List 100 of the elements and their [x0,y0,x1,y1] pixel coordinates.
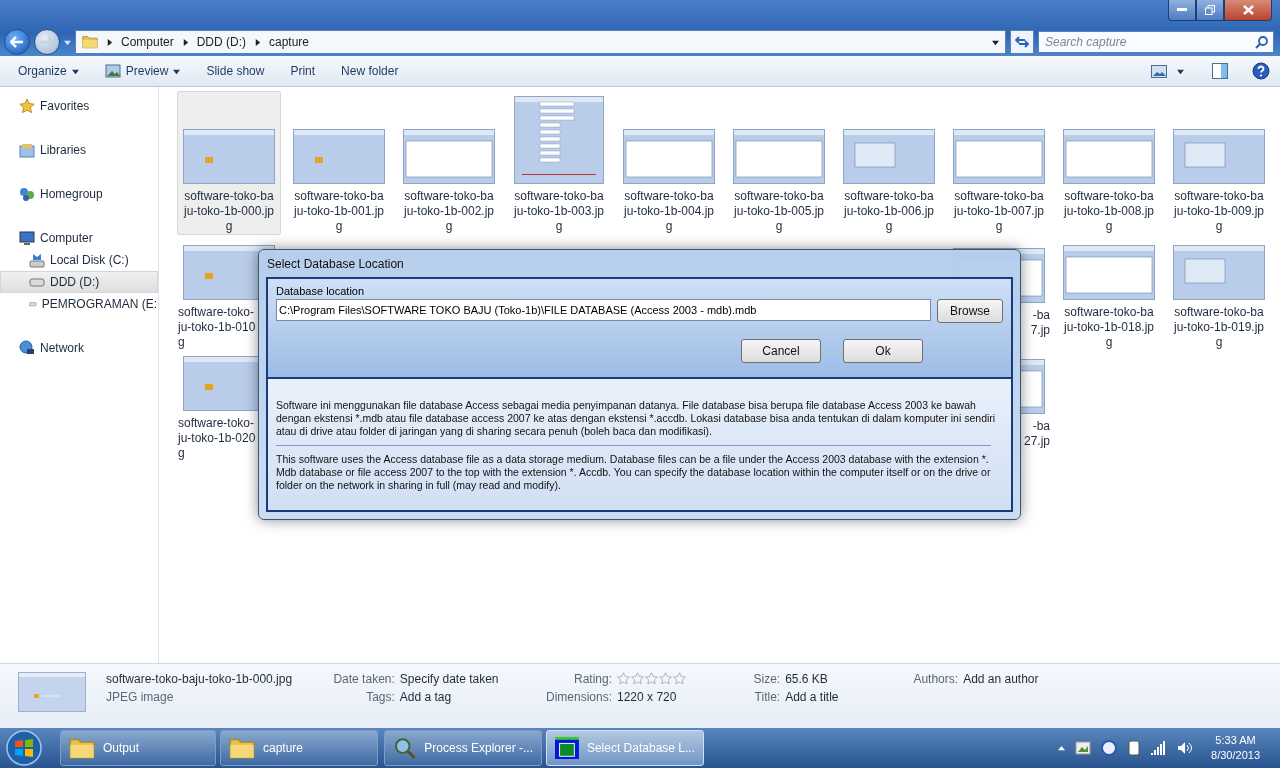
file-name: software-toko-ba ju-toko-1b-006.jp g [842,189,936,234]
file-name: software-toko-ba ju-toko-1b-007.jp g [952,189,1046,234]
file-item[interactable]: software-toko-ba ju-toko-1b-001.jp g [287,91,391,235]
breadcrumb-arrow-icon [106,38,113,46]
clock-time[interactable]: 5:33 AM [1215,733,1256,748]
star-icon [617,672,630,685]
sidebar-item[interactable]: Local Disk (C:) [0,249,158,271]
file-item[interactable]: software-toko-ba ju-toko-1b-003.jp g [507,91,611,235]
homegroup-icon [19,186,35,202]
toolbar-button[interactable]: Preview [94,61,191,81]
computer-icon [19,230,35,246]
back-button[interactable] [4,29,30,55]
close-button[interactable] [1224,0,1272,21]
refresh-button[interactable] [1010,30,1034,54]
file-name: software-toko-ba ju-toko-1b-018.jp g [1062,305,1156,350]
tray-icon[interactable] [1101,740,1118,756]
file-name: software-toko-ba ju-toko-1b-005.jp g [732,189,826,234]
breadcrumb[interactable]: DDD (D:) [196,35,246,49]
help-icon[interactable] [1252,62,1270,80]
search-field[interactable]: Search capture [1038,31,1274,53]
folder-icon [229,736,255,760]
field-value[interactable]: 1220 x 720 [617,690,716,704]
network-icon [19,340,35,356]
field-value[interactable]: Add a title [785,690,876,704]
toolbar-button[interactable]: Organize [8,61,89,81]
sidebar-item[interactable]: Network [0,337,158,359]
file-name: software-toko-ba ju-toko-1b-008.jp g [1062,189,1156,234]
forward-arrow-icon [40,36,54,48]
location-field[interactable]: C:\Program Files\SOFTWARE TOKO BAJU (Toko-1b)\FILE DATABASE (Access 2003 - mdb).mdb [276,299,931,321]
field-value[interactable]: Add a tag [399,690,516,704]
show-hidden-icons-icon [1058,744,1066,752]
field-value[interactable]: 65.6 KB [785,672,876,686]
file-item[interactable]: software-toko-ba ju-toko-1b-002.jp g [397,91,501,235]
back-arrow-icon [10,36,24,48]
sidebar-item[interactable]: Homegroup [0,183,158,205]
dropdown-icon [992,39,999,46]
preview-pane-icon[interactable] [1212,63,1228,79]
field-label: Authors: [913,672,959,686]
start-button[interactable] [4,729,44,767]
history-dropdown-icon [64,38,71,46]
file-name: software-toko-ba ju-toko-1b-019.jp g [1172,305,1266,350]
file-item[interactable]: software-toko-ba ju-toko-1b-004.jp g [617,91,721,235]
forward-button[interactable] [34,29,60,55]
browse-button[interactable]: Browse [937,299,1003,323]
drive-icon [29,299,37,309]
star-icon [631,672,644,685]
field-label: Rating: [574,672,612,686]
field-value[interactable]: Add an author [963,672,1076,686]
info-text: Software ini menggunakan file database Access sebagai media penyimpanan datanya. File database bisa berupa file database Access 2003 ke bawah dengan ekstensi *.mdb atau file database access 2007 ke atas dengan ekstensi *.accdb. Lokasi database bisa anda tentukan di dalam komputer ini sendiri atau di drive atau folder di jaringan yang di sharing secara penuh (boleh baca dan modifikasi). [276,399,997,438]
file-name: software-toko- ju-toko-1b-010 g [178,305,256,350]
toolbar-button[interactable]: Print [280,61,326,81]
view-icon[interactable] [1151,64,1167,78]
breadcrumb-arrow-icon [254,38,261,46]
ok-button[interactable]: Ok [843,339,923,363]
search-icon [1255,36,1268,49]
field-label: Date taken: [333,672,395,686]
taskbar-button[interactable]: capture [220,730,378,766]
library-icon [19,142,35,158]
file-name: software-toko- ju-toko-1b-020 g [178,416,256,461]
sidebar-item[interactable]: PEMROGRAMAN (E: [0,293,158,315]
field-label: Title: [754,690,781,704]
file-item[interactable]: software-toko-ba ju-toko-1b-005.jp g [727,91,831,235]
dropdown-icon [1177,67,1184,75]
file-name: software-toko-ba ju-toko-1b-004.jp g [622,189,716,234]
file-item[interactable]: software-toko-ba ju-toko-1b-006.jp g [837,91,941,235]
restore-button[interactable] [1196,0,1224,21]
star-icon [19,98,35,114]
tray-icon[interactable] [1075,740,1092,756]
file-type: JPEG image [106,690,175,704]
file-item[interactable]: software-toko-ba ju-toko-1b-008.jp g [1057,91,1161,235]
breadcrumb[interactable]: Computer [121,35,174,49]
minimize-button[interactable] [1168,0,1196,21]
file-name: software-toko-ba ju-toko-1b-002.jp g [402,189,496,234]
file-item[interactable]: software-toko-ba ju-toko-1b-007.jp g [947,91,1051,235]
taskbar-button[interactable]: Process Explorer -... [384,730,542,766]
sidebar-item[interactable]: DDD (D:) [0,271,158,293]
signal-icon[interactable] [1151,741,1168,755]
breadcrumb[interactable]: capture [269,35,310,49]
taskbar-button[interactable]: Output [60,730,216,766]
sidebar-item[interactable]: Favorites [0,95,158,117]
address-bar[interactable]: Computer DDD (D:) capture [75,30,1006,54]
tray-icon[interactable] [1127,740,1142,756]
info-text: This software uses the Access database file as a data storage medium. Database files can be a file under the Access 2003 database with the extension *. Mdb database or file access 2007 to the top with the extension *. Accdb. You can specify the database location within the computer itself or on the drive or folder on the network in sharing in full (may read and modify). [276,453,992,492]
clock-date[interactable]: 8/30/2013 [1211,748,1260,763]
field-label: Dimensions: [546,690,612,704]
field-value[interactable]: Specify date taken [399,672,516,686]
toolbar-button[interactable]: Slide show [196,61,275,81]
volume-icon[interactable] [1177,741,1194,755]
cancel-button[interactable]: Cancel [741,339,821,363]
folder-icon [82,35,98,49]
file-name: -ba 27.jp [1023,419,1050,449]
minimize-icon [1177,8,1187,12]
file-name: -ba 7.jp [1030,308,1050,338]
sidebar-item[interactable]: Libraries [0,139,158,161]
sidebar-item[interactable]: Computer [0,227,158,249]
file-item[interactable]: software-toko-ba ju-toko-1b-009.jp g [1167,91,1271,235]
file-item[interactable]: software-toko-ba ju-toko-1b-000.jp g [177,91,281,235]
drive-icon [29,252,45,268]
toolbar-button[interactable]: New folder [331,61,409,81]
refresh-icon [1014,35,1030,49]
